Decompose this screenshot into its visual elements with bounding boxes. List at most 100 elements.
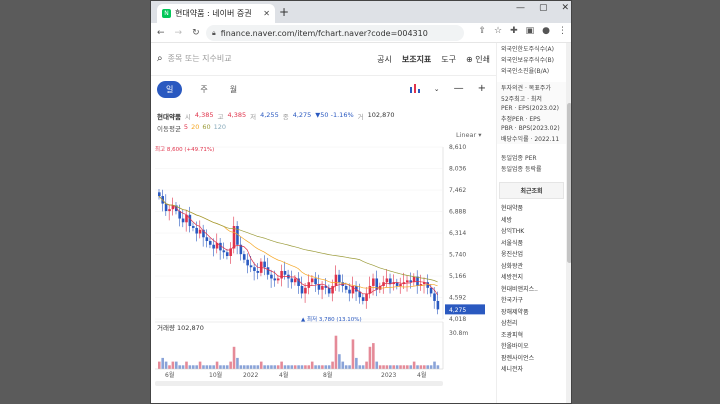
volume-bar — [256, 365, 260, 369]
foreign-holding-item[interactable]: 외국인소진율(B/A) — [497, 65, 566, 76]
volume-bar — [293, 365, 297, 369]
extension-toolbar: ⇪ ☆ ✚ ▣ ● ⋮ — [478, 26, 567, 36]
sector-item[interactable]: 동일업종 PER — [497, 152, 566, 163]
volume-axis-label: 30.8m — [449, 330, 468, 337]
candle-body — [208, 241, 212, 245]
volume-bar — [174, 361, 178, 369]
recent-stock-item[interactable]: 삼화왕관 — [497, 261, 566, 273]
ma-20[interactable]: 20 — [191, 123, 199, 133]
candle-body — [338, 274, 341, 283]
ma-60[interactable]: 60 — [202, 123, 210, 133]
menu-tools[interactable]: 도구 — [441, 54, 456, 65]
ma-120[interactable]: 120 — [214, 123, 226, 133]
close-window-button[interactable]: ✕ — [561, 3, 569, 13]
metric-item[interactable]: 추정PER · EPS — [497, 113, 566, 124]
ma-5[interactable]: 5 — [184, 123, 188, 133]
recent-stock-item[interactable]: 서울식품 — [497, 238, 566, 250]
metric-item[interactable]: 투자의견 · 목표주가 — [497, 82, 566, 93]
recent-stock-item[interactable]: 팜젠사이언스 — [497, 353, 566, 365]
page-scrollbar[interactable] — [566, 43, 571, 403]
recent-stock-item[interactable]: 삼천리 — [497, 318, 566, 330]
minimize-button[interactable]: — — [516, 3, 525, 13]
volume-bar — [392, 365, 396, 369]
volume-bar — [419, 365, 423, 369]
price-chart[interactable]: 8,610 8,036 7,462 6,888 6,314 5,740 5,166 4,592… — [151, 141, 496, 404]
recent-stock-item[interactable]: 조광피혁 — [497, 330, 566, 342]
volume-bar — [382, 365, 385, 369]
menu-disclosure[interactable]: 공시 — [377, 54, 392, 65]
zoom-in-icon[interactable]: + — [478, 83, 486, 94]
volume-bar — [290, 365, 294, 369]
volume-bar — [263, 365, 266, 369]
volume-bar — [276, 365, 280, 369]
max-price-annotation: 최고 8,600 (+49.71%) — [155, 145, 214, 153]
metric-item[interactable]: 52주최고 · 최저 — [497, 93, 566, 104]
recent-stock-item[interactable]: 한올바이오 — [497, 341, 566, 353]
volume-bar — [423, 365, 426, 369]
back-icon[interactable]: ← — [157, 28, 165, 38]
candle-body — [283, 270, 287, 275]
candle-body — [436, 300, 440, 310]
recent-stock-item[interactable]: 삼익THK — [497, 226, 566, 238]
volume-bar — [324, 365, 328, 369]
volume-bar — [378, 365, 382, 369]
sector-item[interactable]: 동일업종 등락률 — [497, 163, 566, 174]
recent-stock-item[interactable]: 웅진산업 — [497, 249, 566, 261]
volume-bar — [412, 361, 416, 369]
recent-stock-item[interactable]: 한국가구 — [497, 295, 566, 307]
new-tab-button[interactable]: + — [279, 5, 289, 19]
forward-icon[interactable]: → — [175, 28, 183, 38]
volume-bar — [436, 365, 440, 369]
divider — [151, 75, 496, 76]
candle-body — [334, 274, 338, 286]
tab-monthly[interactable]: 월 — [226, 81, 241, 98]
chart-page: ⌕ 종목 또는 지수비교 공시 보조지표 도구 ⊕ 인쇄 일 주 월 ⌄ — +… — [151, 43, 496, 404]
candle-body — [212, 244, 215, 249]
tab-weekly[interactable]: 주 — [196, 81, 211, 98]
reload-icon[interactable]: ↻ — [192, 28, 200, 38]
volume-bar — [310, 361, 314, 369]
menu-kebab-icon[interactable]: ⋮ — [558, 26, 567, 36]
volume-bar — [331, 361, 334, 369]
bookmark-star-icon[interactable]: ☆ — [494, 26, 502, 36]
close-tab-icon[interactable]: ✕ — [263, 9, 270, 18]
candle-body — [270, 274, 273, 279]
scale-mode-select[interactable]: Linear ▾ — [456, 131, 482, 139]
volume-bar — [191, 365, 195, 369]
foreign-holding-item[interactable]: 외국인한도주식수(A) — [497, 43, 566, 54]
stock-search[interactable]: ⌕ 종목 또는 지수비교 — [157, 53, 232, 64]
scrollbar-thumb[interactable] — [567, 103, 571, 263]
candlestick-type-icon[interactable] — [409, 83, 420, 94]
metric-item[interactable]: PBR · BPS(2023.02) — [497, 124, 566, 133]
volume-bar — [232, 346, 236, 369]
side-panel-icon[interactable]: ▣ — [526, 26, 535, 36]
metric-item[interactable]: PER · EPS(2023.02) — [497, 104, 566, 113]
recent-stock-item[interactable]: 현대약품 — [497, 203, 566, 215]
share-icon[interactable]: ⇪ — [478, 26, 486, 36]
menu-indicators[interactable]: 보조지표 — [402, 54, 431, 65]
foreign-holding-item[interactable]: 외국인보유주식수(B) — [497, 54, 566, 65]
tab-daily[interactable]: 일 — [157, 81, 183, 98]
high-label: 고 — [217, 113, 224, 121]
zoom-out-icon[interactable]: — — [454, 83, 464, 94]
volume-bar — [433, 361, 436, 369]
profile-avatar-icon[interactable]: ● — [542, 26, 550, 36]
menu-print[interactable]: ⊕ 인쇄 — [466, 54, 490, 65]
recent-stock-item[interactable]: 세니전자 — [497, 364, 566, 376]
recent-stock-item[interactable]: 현대비앤지스.. — [497, 284, 566, 296]
browser-tab[interactable]: N 현대약품 : 네이버 증권 ✕ — [157, 4, 275, 23]
recent-stock-item[interactable]: 세방 — [497, 215, 566, 227]
candle-body — [198, 229, 202, 234]
metric-item[interactable]: 배당수익률 · 2022.11 — [497, 133, 566, 144]
extensions-icon[interactable]: ✚ — [510, 26, 518, 36]
volume-bar — [317, 365, 321, 369]
open-price: 4,385 — [194, 111, 214, 119]
url-field[interactable]: 🔒︎ finance.naver.com/item/fchart.naver?c… — [206, 25, 464, 41]
candle-body — [266, 267, 270, 275]
ma-label: 이동평균 — [157, 125, 181, 133]
recent-stock-item[interactable]: 장해제약품 — [497, 307, 566, 319]
recent-stock-item[interactable]: 세방전지 — [497, 272, 566, 284]
maximize-button[interactable]: ▢ — [539, 3, 548, 13]
chevron-down-icon[interactable]: ⌄ — [434, 85, 440, 93]
volume-bar — [375, 361, 379, 369]
